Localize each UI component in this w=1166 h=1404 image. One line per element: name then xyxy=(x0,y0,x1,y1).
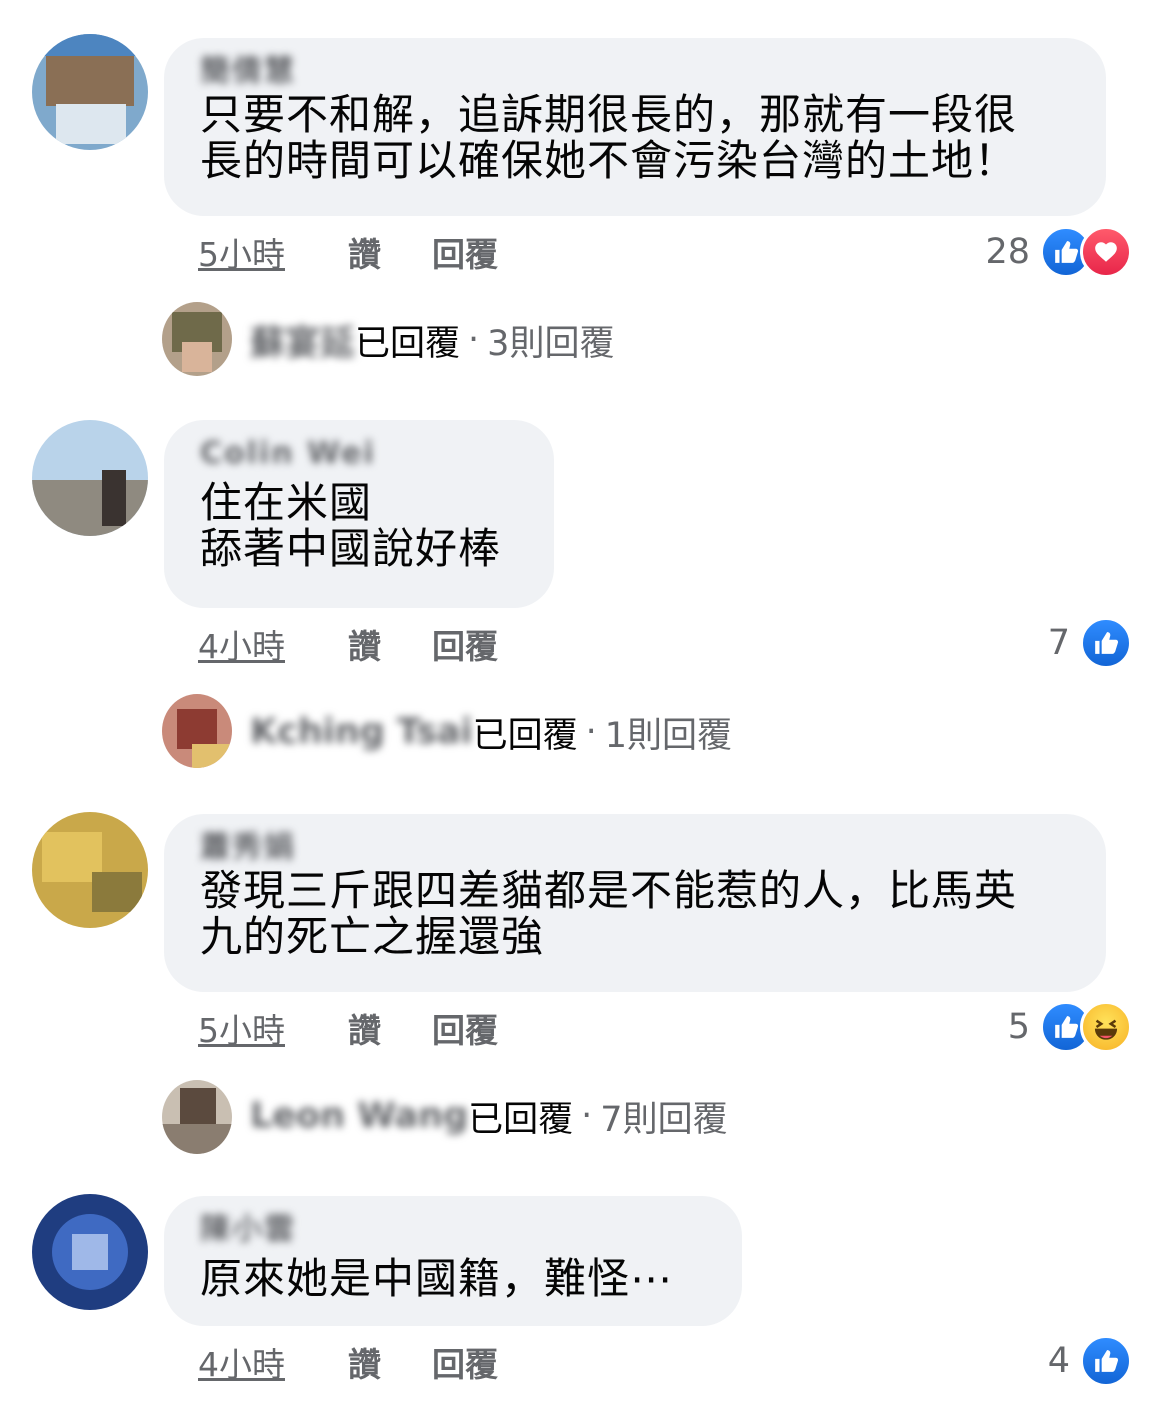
comment-author[interactable]: 陳小雲 xyxy=(200,1210,706,1250)
comment-bubble: 蕭秀娟 發現三斤跟四差貓都是不能惹的人，比馬英 九的死亡之握還強 xyxy=(164,814,1106,992)
like-button[interactable]: 讚 xyxy=(348,1004,432,1052)
comment-text-line: 長的時間可以確保她不會污染台灣的土地！ xyxy=(200,136,1018,185)
reply-avatar[interactable] xyxy=(162,302,232,376)
reply-button[interactable]: 回覆 xyxy=(432,228,498,276)
reaction-summary[interactable]: 5 xyxy=(1007,1001,1132,1053)
comment-bubble: 陳小雲 原來她是中國籍，難怪⋯ xyxy=(164,1196,742,1326)
reaction-summary[interactable]: 7 xyxy=(1047,617,1132,669)
comment-actions: 4小時 讚 回覆 xyxy=(198,622,498,666)
comment-bubble: Colin Wei 住在米國 舔著中國說好棒 xyxy=(164,420,554,608)
reaction-count: 28 xyxy=(985,232,1030,272)
like-button[interactable]: 讚 xyxy=(348,228,432,276)
comment-actions: 4小時 讚 回覆 xyxy=(198,1340,498,1384)
reply-author: Kching Tsai xyxy=(250,712,473,752)
avatar[interactable] xyxy=(32,34,148,150)
view-replies-link[interactable]: Kching Tsai 已回覆 · 1則回覆 xyxy=(250,708,732,756)
comment-text-line: 發現三斤跟四差貓都是不能惹的人，比馬英 xyxy=(200,866,1018,915)
view-replies-link[interactable]: 蘇宴延 已回覆 · 3則回覆 xyxy=(250,316,614,364)
replied-label: 已回覆 xyxy=(468,1099,574,1140)
replied-label: 已回覆 xyxy=(355,323,461,364)
reaction-count: 5 xyxy=(1007,1007,1030,1047)
comment-actions: 5小時 讚 回覆 xyxy=(198,230,498,274)
reply-count: 3則回覆 xyxy=(487,323,615,364)
avatar[interactable] xyxy=(32,1194,148,1310)
comment-text-line: 九的死亡之握還強 xyxy=(200,912,545,961)
avatar[interactable] xyxy=(32,812,148,928)
separator-dot: · xyxy=(581,1096,593,1136)
view-replies-link[interactable]: Leon Wang 已回覆 · 7則回覆 xyxy=(250,1092,728,1140)
reaction-summary[interactable]: 28 xyxy=(985,226,1132,278)
like-reaction-icon xyxy=(1080,617,1132,669)
timestamp-link[interactable]: 5小時 xyxy=(198,228,348,276)
separator-dot: · xyxy=(468,320,480,360)
like-button[interactable]: 讚 xyxy=(348,620,432,668)
reply-avatar[interactable] xyxy=(162,1080,232,1154)
timestamp-link[interactable]: 4小時 xyxy=(198,1338,348,1386)
comment-author[interactable]: 蕭秀娟 xyxy=(200,828,1070,868)
comment-author[interactable]: Colin Wei xyxy=(200,434,518,474)
replied-label: 已回覆 xyxy=(472,715,578,756)
timestamp-link[interactable]: 5小時 xyxy=(198,1004,348,1052)
haha-reaction-icon xyxy=(1080,1001,1132,1053)
reply-avatar[interactable] xyxy=(162,694,232,768)
reply-author: 蘇宴延 xyxy=(250,323,356,364)
reply-author: Leon Wang xyxy=(250,1096,469,1136)
separator-dot: · xyxy=(585,712,597,752)
reply-button[interactable]: 回覆 xyxy=(432,1338,498,1386)
avatar[interactable] xyxy=(32,420,148,536)
love-reaction-icon xyxy=(1080,226,1132,278)
comment-text-line: 住在米國 xyxy=(200,478,373,527)
reply-count: 1則回覆 xyxy=(604,715,733,756)
reaction-count: 4 xyxy=(1047,1341,1070,1381)
reply-button[interactable]: 回覆 xyxy=(432,1004,498,1052)
comment-text-line: 舔著中國說好棒 xyxy=(200,524,502,573)
reply-button[interactable]: 回覆 xyxy=(432,620,498,668)
reply-count: 7則回覆 xyxy=(600,1099,728,1140)
reaction-summary[interactable]: 4 xyxy=(1047,1335,1132,1387)
reaction-count: 7 xyxy=(1047,623,1070,663)
comment-actions: 5小時 讚 回覆 xyxy=(198,1006,498,1050)
comment-bubble: 簡倩慧 只要不和解，追訴期很長的，那就有一段很 長的時間可以確保她不會污染台灣的… xyxy=(164,38,1106,216)
comment-text-line: 只要不和解，追訴期很長的，那就有一段很 xyxy=(200,90,1018,139)
comment-author[interactable]: 簡倩慧 xyxy=(200,52,1070,92)
like-reaction-icon xyxy=(1080,1335,1132,1387)
like-button[interactable]: 讚 xyxy=(348,1338,432,1386)
timestamp-link[interactable]: 4小時 xyxy=(198,620,348,668)
comment-text-line: 原來她是中國籍，難怪⋯ xyxy=(200,1254,674,1303)
